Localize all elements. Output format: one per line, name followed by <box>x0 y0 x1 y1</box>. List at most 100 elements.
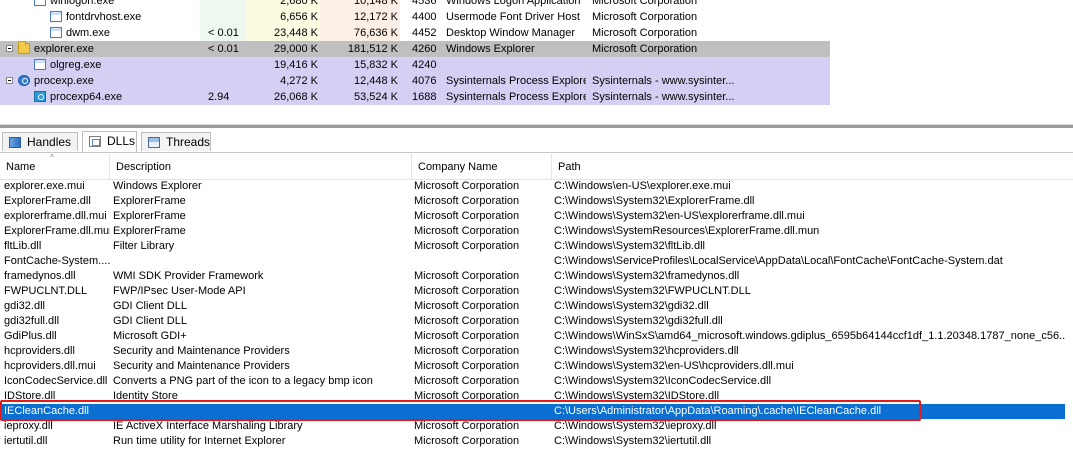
tab-handles[interactable]: Handles <box>2 132 78 151</box>
dll-name: framedynos.dll <box>4 270 76 282</box>
dll-row[interactable]: ieproxy.dll IE ActiveX Interface Marshali… <box>0 419 1065 434</box>
dll-row[interactable]: explorer.exe.mui Windows Explorer Microsof… <box>0 179 1065 194</box>
dll-company: Microsoft Corporation <box>414 330 520 342</box>
dll-row[interactable]: FWPUCLNT.DLL FWP/IPsec User-Mode API Micro… <box>0 284 1065 299</box>
process-working-set: 53,524 K <box>353 91 398 103</box>
dll-row[interactable]: gdi32full.dll GDI Client DLL Microsoft Cor… <box>0 314 1065 329</box>
dll-description: Converts a PNG part of the icon to a leg… <box>113 375 373 387</box>
dll-description: Windows Explorer <box>113 180 202 192</box>
dll-row[interactable]: FontCache-System.... C:\Windows\ServicePr… <box>0 254 1065 269</box>
process-name-cell: winlogon.exe <box>0 0 200 9</box>
process-private-bytes: 6,656 K <box>245 9 320 25</box>
dll-description: ExplorerFrame <box>113 210 186 222</box>
dll-company: Microsoft Corporation <box>414 180 520 192</box>
dll-company: Microsoft Corporation <box>414 420 520 432</box>
process-pid: 1688 <box>412 91 437 103</box>
process-row[interactable]: dwm.exe < 0.01 23,448 K 76,636 K 4452 Desktop… <box>0 25 830 41</box>
column-header-path[interactable]: Path <box>552 154 1073 179</box>
dll-row[interactable]: fltLib.dll Filter Library Microsoft Corpor… <box>0 239 1065 254</box>
process-row[interactable]: winlogon.exe 2,680 K 10,148 K 4536 Windows L… <box>0 0 830 9</box>
collapse-icon[interactable] <box>6 45 13 52</box>
dll-row[interactable]: framedynos.dll WMI SDK Provider Framework… <box>0 269 1065 284</box>
dll-name: hcproviders.dll <box>4 345 75 357</box>
dll-row[interactable]: hcproviders.dll.mui Security and Maintena… <box>0 359 1065 374</box>
lower-pane-tabs: Handles DLLs Threads <box>0 128 1073 153</box>
dll-name: FontCache-System.... <box>4 255 110 267</box>
process-tree: winlogon.exe 2,680 K 10,148 K 4536 Windows L… <box>0 0 1073 120</box>
dll-company: Microsoft Corporation <box>414 360 520 372</box>
dll-list: explorer.exe.mui Windows Explorer Microsof… <box>0 179 1073 452</box>
dll-company: Microsoft Corporation <box>414 195 520 207</box>
process-cpu: < 0.01 <box>208 43 239 55</box>
process-row[interactable]: fontdrvhost.exe 6,656 K 12,172 K 4400 Usermo… <box>0 9 830 25</box>
dlls-icon <box>89 136 101 147</box>
process-company: Microsoft Corporation <box>592 0 698 7</box>
tab-threads[interactable]: Threads <box>141 132 211 151</box>
dll-path: C:\Windows\System32\gdi32full.dll <box>554 315 723 327</box>
process-private-bytes: 23,448 K <box>245 25 320 41</box>
tab-dlls[interactable]: DLLs <box>82 131 137 152</box>
process-company: Microsoft Corporation <box>592 11 698 23</box>
dll-description: Security and Maintenance Providers <box>113 345 290 357</box>
dll-company: Microsoft Corporation <box>414 210 520 222</box>
dll-row[interactable]: ExplorerFrame.dll.mun ExplorerFrame Micros… <box>0 224 1065 239</box>
process-name-cell: fontdrvhost.exe <box>0 9 200 25</box>
dll-description: IE ActiveX Interface Marshaling Library <box>113 420 303 432</box>
dll-row[interactable]: iertutil.dll Run time utility for Interne… <box>0 434 1065 449</box>
column-header-name[interactable]: ^ Name <box>0 154 110 179</box>
process-cpu <box>200 57 245 73</box>
column-header-company-label: Company Name <box>418 161 498 173</box>
process-row[interactable]: explorer.exe < 0.01 29,000 K 181,512 K 4260 W… <box>0 41 830 57</box>
process-pid: 4076 <box>412 75 437 87</box>
dll-description: GDI Client DLL <box>113 300 187 312</box>
handles-icon <box>9 137 21 148</box>
process-name-cell: dwm.exe <box>0 25 200 41</box>
dll-row[interactable]: GdiPlus.dll Microsoft GDI+ Microsoft Corpo… <box>0 329 1065 344</box>
process-row[interactable]: olgreg.exe 19,416 K 15,832 K 4240 <box>0 57 830 73</box>
process-description: Windows Logon Application <box>446 0 581 7</box>
process-name: winlogon.exe <box>50 0 115 7</box>
process-description: Windows Explorer <box>446 43 535 55</box>
dll-row[interactable]: IDStore.dll Identity Store Microsoft Corpo… <box>0 389 1065 404</box>
process-row[interactable]: procexp.exe 4,272 K 12,448 K 4076 Sysinterna… <box>0 73 830 89</box>
column-header-company[interactable]: Company Name <box>412 154 552 179</box>
process-private-bytes: 2,680 K <box>245 0 320 9</box>
dll-path: C:\Windows\System32\IDStore.dll <box>554 390 720 402</box>
process-name: dwm.exe <box>66 27 111 39</box>
dll-company: Microsoft Corporation <box>414 345 520 357</box>
dll-description: WMI SDK Provider Framework <box>113 270 264 282</box>
process-name: olgreg.exe <box>50 59 102 71</box>
dll-row[interactable]: ExplorerFrame.dll ExplorerFrame Microsoft … <box>0 194 1065 209</box>
process-name: procexp64.exe <box>50 91 123 103</box>
dll-row[interactable]: IconCodecService.dll Converts a PNG part … <box>0 374 1065 389</box>
folder-icon <box>18 41 30 54</box>
dll-name: ieproxy.dll <box>4 420 53 432</box>
process-working-set: 12,448 K <box>353 75 398 87</box>
process-description: Sysinternals Process Explorer <box>446 91 586 103</box>
window-icon <box>50 27 62 38</box>
dll-name: iertutil.dll <box>4 435 48 447</box>
dll-path: C:\Windows\System32\ieproxy.dll <box>554 420 717 432</box>
dll-path: C:\Windows\SystemResources\ExplorerFrame… <box>554 225 820 237</box>
process-description: Usermode Font Driver Host <box>446 11 580 23</box>
sort-ascending-icon: ^ <box>50 154 54 162</box>
dll-name: ExplorerFrame.dll <box>4 195 91 207</box>
process-pid: 4240 <box>412 59 437 71</box>
collapse-icon[interactable] <box>6 77 13 84</box>
column-header-description[interactable]: Description <box>110 154 412 179</box>
dll-description: Identity Store <box>113 390 178 402</box>
process-working-set: 181,512 K <box>347 43 398 55</box>
dll-name: IDStore.dll <box>4 390 56 402</box>
dll-company: Microsoft Corporation <box>414 285 520 297</box>
process-name-cell: explorer.exe <box>0 41 200 57</box>
dll-row[interactable]: hcproviders.dll Security and Maintenance … <box>0 344 1065 359</box>
dll-path: C:\Windows\System32\en-US\explorerframe.… <box>554 210 805 222</box>
dll-path: C:\Windows\WinSxS\amd64_microsoft.window… <box>554 330 1065 342</box>
dll-row-selected[interactable]: IECleanCache.dll C:\Users\Administrator\A… <box>0 404 1065 419</box>
dll-name: ExplorerFrame.dll.mun <box>4 225 110 237</box>
dll-row[interactable]: explorerframe.dll.mui ExplorerFrame Micros… <box>0 209 1065 224</box>
process-row[interactable]: procexp64.exe 2.94 26,068 K 53,524 K 1688 Sys… <box>0 89 830 105</box>
process-private-bytes: 19,416 K <box>273 59 318 71</box>
process-description <box>446 57 586 73</box>
dll-row[interactable]: gdi32.dll GDI Client DLL Microsoft Corpora… <box>0 299 1065 314</box>
